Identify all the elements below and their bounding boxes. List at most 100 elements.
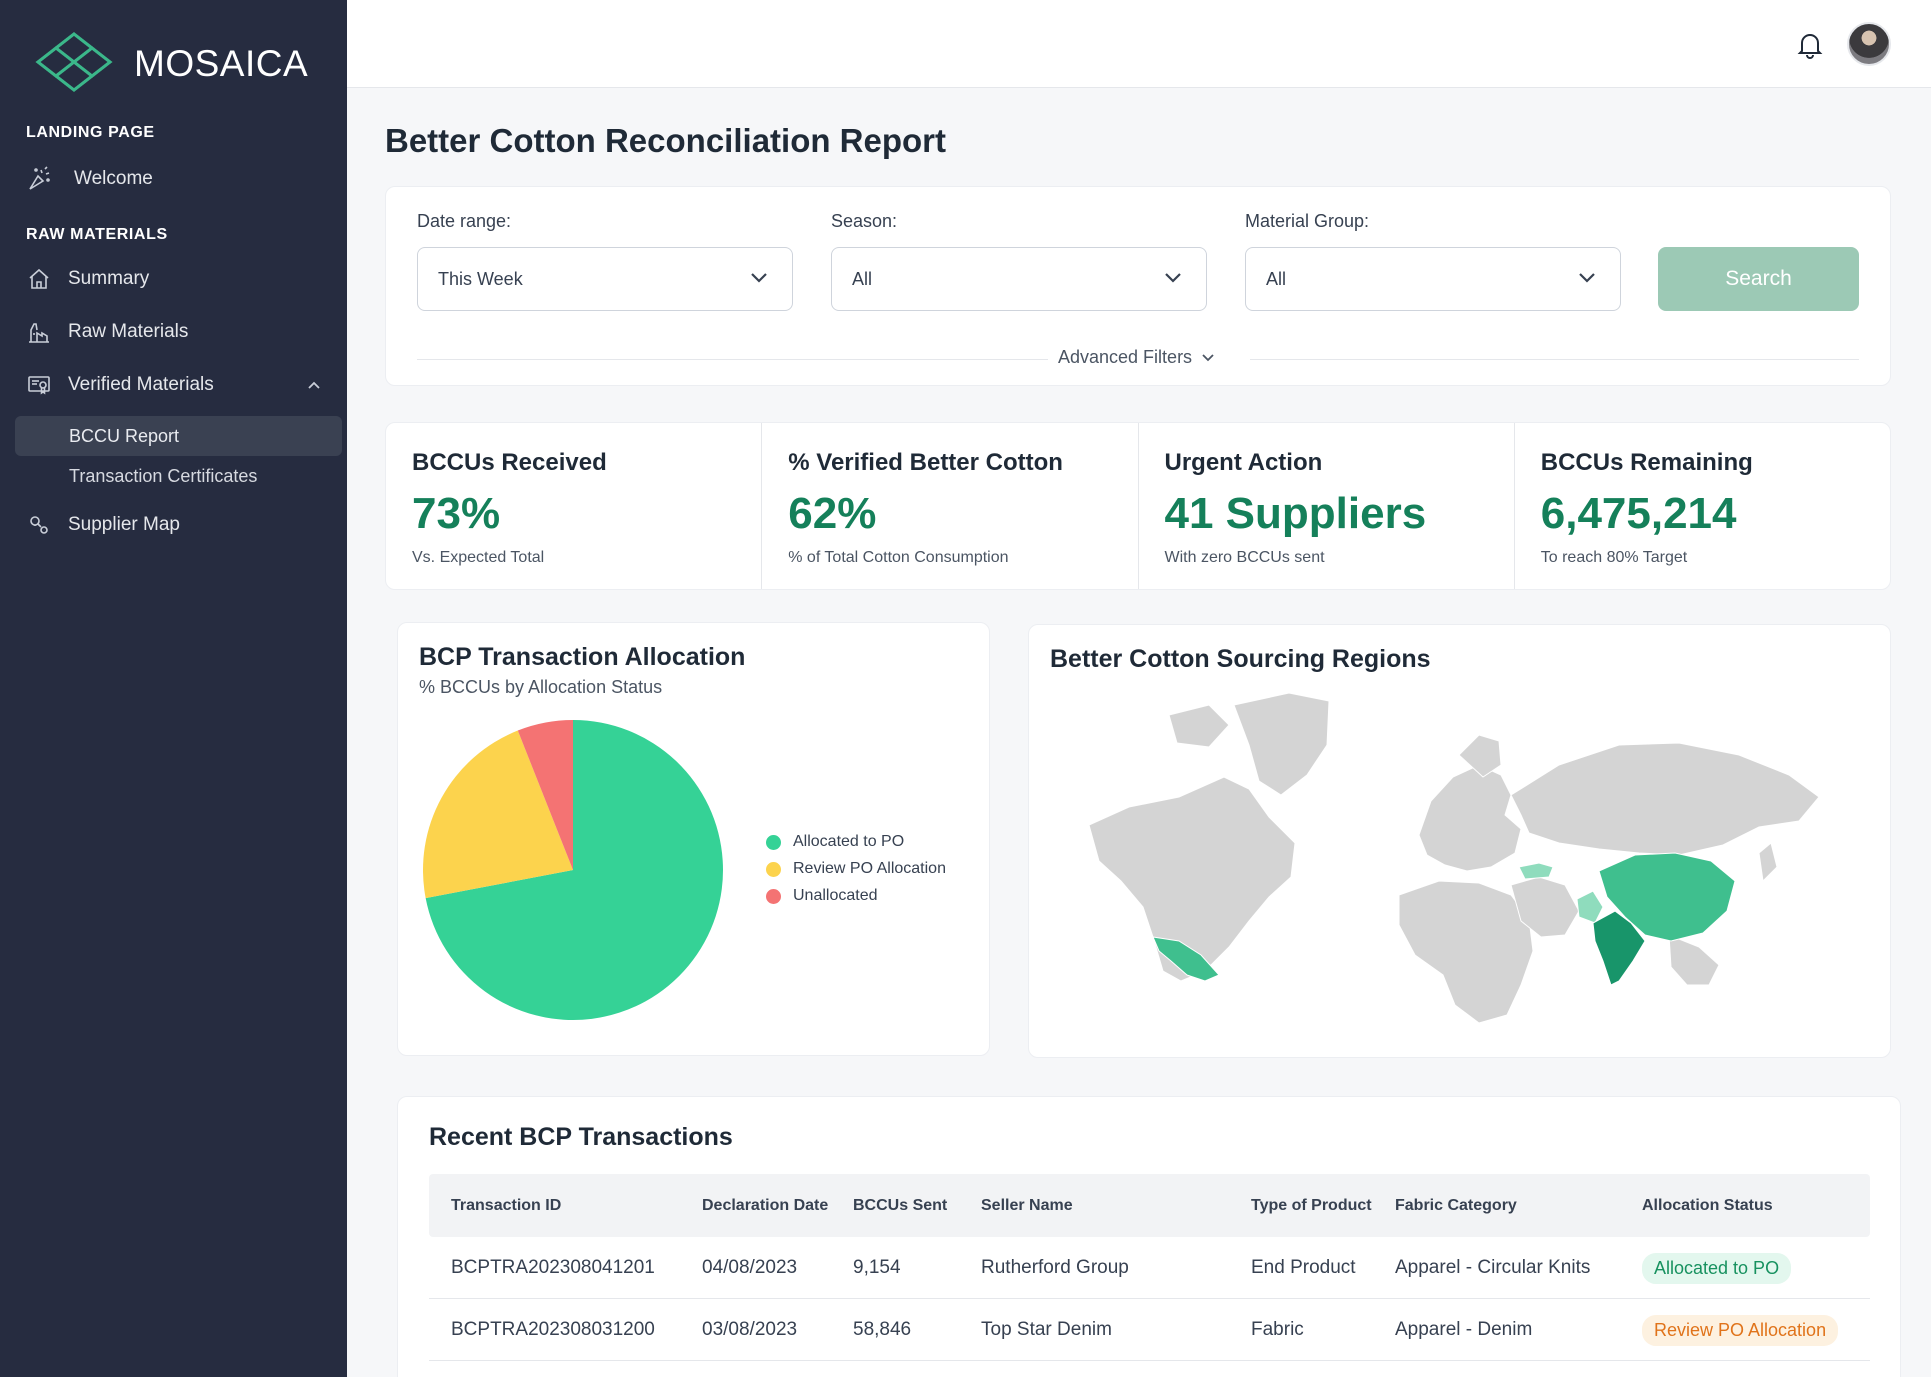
- table-header-cell[interactable]: Transaction ID: [451, 1174, 561, 1237]
- date-range-select[interactable]: This Week: [417, 247, 793, 311]
- sub-item-transaction-certificates[interactable]: Transaction Certificates: [15, 456, 342, 496]
- table-header-cell[interactable]: Seller Name: [981, 1174, 1073, 1237]
- kpi-card: BCCUs Remaining 6,475,214 To reach 80% T…: [1515, 423, 1890, 589]
- map-title: Better Cotton Sourcing Regions: [1050, 645, 1431, 673]
- user-avatar[interactable]: [1847, 22, 1891, 66]
- nav-label-welcome: Welcome: [74, 168, 153, 189]
- legend-label: Review PO Allocation: [793, 860, 946, 877]
- search-button[interactable]: Search: [1658, 247, 1859, 311]
- map-region-greenland: [1233, 692, 1330, 796]
- map-region-turkey: [1518, 862, 1554, 880]
- table-header-cell[interactable]: Type of Product: [1251, 1174, 1372, 1237]
- kpi-title: BCCUs Received: [412, 449, 607, 476]
- sub-item-bccu-report[interactable]: BCCU Report: [15, 416, 342, 456]
- kpi-title: % Verified Better Cotton: [788, 449, 1063, 476]
- table-cell: 03/08/2023: [702, 1319, 798, 1340]
- kpi-subtitle: % of Total Cotton Consumption: [788, 549, 1009, 566]
- top-bar: [347, 0, 1931, 88]
- table-row[interactable]: BCPTRA202308031200 03/08/2023 58,846 Top…: [429, 1299, 1870, 1361]
- legend-item[interactable]: Unallocated: [766, 887, 878, 905]
- transactions-title: Recent BCP Transactions: [429, 1123, 733, 1151]
- table-cell: Apparel - Circular Knits: [1395, 1257, 1591, 1278]
- allocation-subtitle: % BCCUs by Allocation Status: [419, 677, 663, 697]
- status-badge: Review PO Allocation: [1642, 1314, 1839, 1346]
- kpi-subtitle: To reach 80% Target: [1540, 549, 1688, 566]
- chevron-down-icon: [1579, 273, 1595, 283]
- table-cell: Allocated to PO: [1642, 1237, 1792, 1299]
- table-cell: 9,154: [853, 1257, 901, 1278]
- nav-label-supplier-map: Supplier Map: [68, 514, 180, 535]
- map-card: Better Cotton Sourcing Regions: [1028, 624, 1891, 1058]
- kpi-value: 41 Suppliers: [1164, 489, 1427, 538]
- nav-item-raw-materials[interactable]: Raw Materials: [26, 319, 188, 345]
- filter-panel: Date range: This Week Season: All Materi…: [385, 186, 1891, 386]
- date-range-label: Date range:: [417, 211, 512, 231]
- legend-dot: [766, 861, 781, 877]
- chevron-down-icon: [751, 273, 767, 283]
- season-label: Season:: [831, 211, 898, 231]
- page-title: Better Cotton Reconciliation Report: [385, 122, 947, 159]
- world-map: [1088, 692, 1820, 1024]
- legend-label: Unallocated: [793, 887, 878, 904]
- nav-label-summary: Summary: [68, 268, 150, 289]
- map-region-europe: [1418, 764, 1522, 872]
- chevron-up-icon[interactable]: [306, 378, 322, 399]
- table-cell: 58,846: [853, 1319, 912, 1340]
- table-header-cell[interactable]: Fabric Category: [1395, 1174, 1517, 1237]
- map-region-southeast-asia: [1668, 934, 1720, 986]
- table-cell: BCPTRA202308031200: [451, 1319, 655, 1340]
- kpi-value: 73%: [412, 489, 501, 538]
- advanced-filters-label: Advanced Filters: [1058, 347, 1193, 367]
- table-cell: Rutherford Group: [981, 1257, 1129, 1278]
- material-group-select[interactable]: All: [1245, 247, 1621, 311]
- season-select[interactable]: All: [831, 247, 1207, 311]
- brand-logo[interactable]: MOSAICA: [26, 30, 308, 98]
- legend-dot: [766, 834, 781, 850]
- table-cell: End Product: [1251, 1257, 1356, 1278]
- nav-item-welcome[interactable]: Welcome: [26, 166, 153, 192]
- section-label-landing: LANDING PAGE: [26, 124, 155, 141]
- chevron-down-icon: [1165, 273, 1181, 283]
- date-range-value: This Week: [438, 268, 523, 289]
- sparkle-icon: [26, 166, 52, 192]
- sidebar: MOSAICA LANDING PAGE Welcome RAW MATERIA…: [0, 0, 347, 1377]
- material-group-value: All: [1266, 268, 1287, 289]
- material-group-label: Material Group:: [1245, 211, 1370, 231]
- kpi-value: 62%: [788, 489, 877, 538]
- legend-item[interactable]: Allocated to PO: [766, 833, 904, 851]
- table-row[interactable]: BCPTRA202308041201 04/08/2023 9,154 Ruth…: [429, 1237, 1870, 1299]
- map-region-japan: [1758, 842, 1778, 883]
- kpi-title: BCCUs Remaining: [1540, 449, 1753, 476]
- table-cell: Fabric: [1251, 1319, 1304, 1340]
- nav-label-verified-materials: Verified Materials: [68, 374, 214, 395]
- kpi-card: BCCUs Received 73% Vs. Expected Total: [386, 423, 763, 589]
- map-region-pakistan: [1576, 890, 1604, 924]
- kpi-subtitle: Vs. Expected Total: [412, 549, 545, 566]
- kpi-row: BCCUs Received 73% Vs. Expected Total % …: [385, 422, 1891, 590]
- chevron-down-icon: [1202, 353, 1214, 361]
- map-region-africa: [1398, 880, 1534, 1024]
- allocation-pie-chart: [423, 720, 723, 1020]
- table-header-row: Transaction ID Declaration Date BCCUs Se…: [429, 1174, 1870, 1237]
- section-label-raw-materials: RAW MATERIALS: [26, 226, 168, 243]
- kpi-title: Urgent Action: [1164, 449, 1323, 476]
- nav-item-supplier-map[interactable]: Supplier Map: [26, 512, 180, 538]
- table-header-cell[interactable]: Declaration Date: [702, 1174, 828, 1237]
- advanced-filters-toggle[interactable]: Advanced Filters: [1048, 347, 1225, 368]
- legend-dot: [766, 888, 781, 904]
- nav-label-raw-materials: Raw Materials: [68, 321, 189, 342]
- kpi-card: % Verified Better Cotton 62% % of Total …: [762, 423, 1139, 589]
- bell-icon[interactable]: [1796, 30, 1824, 65]
- home-icon: [26, 266, 52, 292]
- factory-icon: [26, 319, 52, 345]
- nav-item-summary[interactable]: Summary: [26, 266, 149, 292]
- season-value: All: [852, 268, 873, 289]
- mosaica-logo-icon: [35, 32, 113, 92]
- table-header-cell[interactable]: Allocation Status: [1642, 1174, 1773, 1237]
- nav-item-verified-materials[interactable]: Verified Materials: [26, 372, 214, 398]
- allocation-card: BCP Transaction Allocation % BCCUs by Al…: [397, 622, 990, 1056]
- table-header-cell[interactable]: BCCUs Sent: [853, 1174, 947, 1237]
- legend-item[interactable]: Review PO Allocation: [766, 860, 946, 878]
- divider: [417, 359, 1057, 360]
- table-cell: 04/08/2023: [702, 1257, 798, 1278]
